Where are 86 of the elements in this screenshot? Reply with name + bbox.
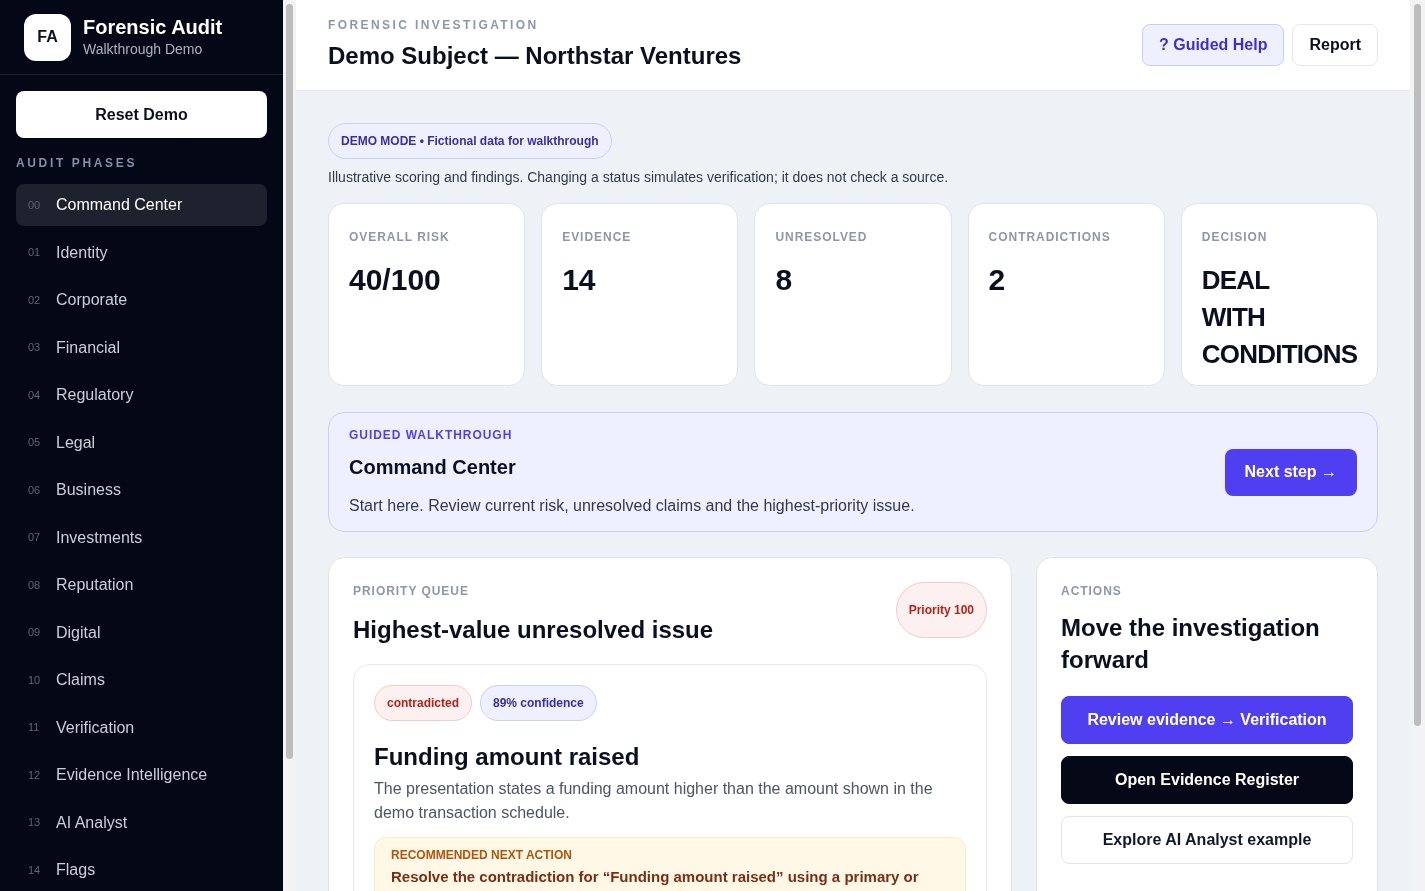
phase-label: Reputation <box>56 575 134 595</box>
stat-label: UNRESOLVED <box>775 229 869 246</box>
status-tag: 89% confidence <box>480 685 597 721</box>
next-step-button[interactable]: Next step → <box>1224 448 1357 496</box>
nav-item[interactable]: 10 Claims <box>16 659 267 701</box>
phase-label: Legal <box>56 432 96 453</box>
phase-number: 07 <box>28 530 40 546</box>
reset-button[interactable]: Reset Demo <box>16 91 267 138</box>
stat-value: 2 <box>988 262 1007 298</box>
stat-value: 8 <box>775 262 794 298</box>
priority-eyebrow: PRIORITY QUEUE <box>353 583 470 600</box>
walkthrough-eyebrow: GUIDED WALKTHROUGH <box>349 427 514 444</box>
phase-number: 13 <box>28 815 40 831</box>
phase-number: 09 <box>28 625 40 641</box>
priority-title: Highest-value unresolved issue <box>353 615 714 645</box>
nav-item[interactable]: 02 Corporate <box>16 279 267 321</box>
app-subtitle: Walkthrough Demo <box>83 39 204 59</box>
phase-label: Financial <box>56 337 121 358</box>
phase-label: Business <box>56 480 121 500</box>
nav-item[interactable]: 05 Legal <box>16 421 267 464</box>
header-eyebrow: FORENSIC INVESTIGATION <box>328 17 540 34</box>
nav-item[interactable]: 11 Verification <box>16 706 267 749</box>
recommendation-text: Resolve the contradiction for “Funding amount raised” using a primary or <box>391 868 920 886</box>
section-label: AUDIT PHASES <box>16 155 139 172</box>
phase-label: Flags <box>56 860 96 880</box>
phase-number: 08 <box>28 577 40 593</box>
phase-label: Regulatory <box>56 385 134 405</box>
phase-number: 14 <box>28 862 40 878</box>
actions-eyebrow: ACTIONS <box>1061 583 1123 600</box>
phase-number: 00 <box>28 197 40 213</box>
phase-number: 05 <box>28 435 40 451</box>
phase-label: Investments <box>56 527 143 548</box>
phase-number: 02 <box>28 292 40 308</box>
nav-item[interactable]: 12 Evidence Intelligence <box>16 754 267 796</box>
nav-item[interactable]: 03 Financial <box>16 326 267 369</box>
action-button[interactable]: Explore AI Analyst example <box>1061 816 1353 864</box>
nav-item[interactable]: 07 Investments <box>16 516 267 559</box>
phase-label: Digital <box>56 622 101 643</box>
actions-title: Move the investigation forward <box>1061 613 1321 675</box>
stat-label: CONTRADICTIONS <box>988 229 1112 246</box>
action-button[interactable]: Open Evidence Register <box>1061 756 1353 804</box>
phase-label: AI Analyst <box>56 812 128 833</box>
nav-item[interactable]: 13 AI Analyst <box>16 801 267 844</box>
phase-label: Command Center <box>56 195 183 215</box>
action-button[interactable]: Review evidence → Verification <box>1061 696 1353 744</box>
nav-item[interactable]: 00 Command Center <box>16 184 267 226</box>
phase-label: Evidence Intelligence <box>56 765 208 785</box>
stat-value: DEAL WITH CONDITIONS <box>1201 264 1358 371</box>
phase-label: Verification <box>56 717 135 738</box>
phase-number: 11 <box>28 720 40 736</box>
header-button[interactable]: ? Guided Help <box>1142 24 1285 66</box>
notice-text: Illustrative scoring and findings. Changing a status simulates verification; it does not check a source. <box>328 168 950 187</box>
issue-title: Funding amount raised <box>374 742 641 772</box>
stat-label: OVERALL RISK <box>349 229 451 246</box>
header-button[interactable]: Report <box>1292 24 1378 66</box>
phase-number: 06 <box>28 482 40 498</box>
app-title: Forensic Audit <box>83 14 223 39</box>
phase-label: Identity <box>56 242 108 263</box>
phase-number: 12 <box>28 767 40 783</box>
scrollbar-thumb[interactable] <box>1414 4 1421 726</box>
walkthrough-title: Command Center <box>349 455 517 480</box>
priority-badge: Priority 100 <box>895 582 987 638</box>
stat-value: 40/100 <box>349 262 442 298</box>
stat-label: DECISION <box>1201 229 1269 246</box>
demo-mode-badge: DEMO MODE • Fictional data for walkthrough <box>328 123 612 159</box>
scrollbar-thumb[interactable] <box>286 4 293 759</box>
page-title: Demo Subject — Northstar Ventures <box>328 41 742 71</box>
stat-value: 14 <box>562 262 597 298</box>
recommendation-label: RECOMMENDED NEXT ACTION <box>391 847 573 864</box>
logo: FA <box>24 13 71 61</box>
status-tag: contradicted <box>374 685 472 721</box>
nav-item[interactable]: 06 Business <box>16 469 267 511</box>
issue-description: The presentation states a funding amount higher than the amount shown in the demo transaction schedule. <box>374 779 934 823</box>
phase-label: Corporate <box>56 290 128 310</box>
phase-number: 04 <box>28 387 40 403</box>
phase-number: 10 <box>28 672 40 688</box>
phase-number: 01 <box>28 245 40 261</box>
phase-number: 03 <box>28 340 40 356</box>
nav-item[interactable]: 14 Flags <box>16 849 267 891</box>
phase-label: Claims <box>56 670 105 690</box>
stat-label: EVIDENCE <box>562 229 633 246</box>
nav-item[interactable]: 04 Regulatory <box>16 374 267 416</box>
walkthrough-text: Start here. Review current risk, unresolved claims and the highest-priority issue. <box>349 496 915 516</box>
nav-item[interactable]: 09 Digital <box>16 611 267 654</box>
nav-item[interactable]: 01 Identity <box>16 231 267 274</box>
nav-item[interactable]: 08 Reputation <box>16 564 267 606</box>
